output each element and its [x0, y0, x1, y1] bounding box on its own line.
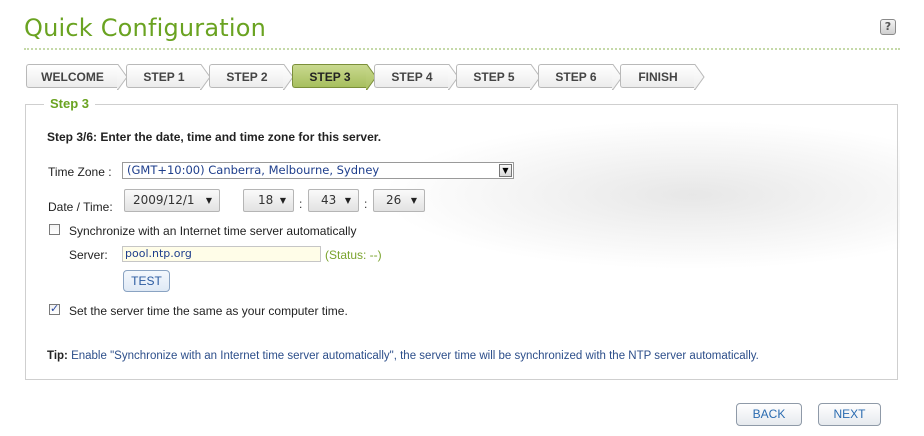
timezone-select[interactable]: (GMT+10:00) Canberra, Melbourne, Sydney …	[122, 162, 514, 179]
step-arrow-icon	[694, 64, 705, 90]
time-separator: :	[299, 197, 303, 211]
sync-label: Synchronize with an Internet time server…	[69, 224, 357, 238]
wizard-step-1[interactable]: STEP 1	[126, 64, 211, 90]
server-input[interactable]: pool.ntp.org	[122, 246, 321, 262]
help-icon[interactable]: ?	[880, 19, 896, 35]
wizard-step-label: STEP 4	[391, 70, 433, 84]
timezone-value: (GMT+10:00) Canberra, Melbourne, Sydney	[127, 163, 380, 177]
wizard-step-5[interactable]: STEP 5	[456, 64, 541, 90]
back-button[interactable]: BACK	[736, 403, 802, 426]
datetime-label: Date / Time:	[48, 200, 113, 214]
pc-time-label: Set the server time the same as your com…	[69, 304, 348, 318]
title-divider	[24, 48, 900, 50]
server-status: (Status: --)	[325, 248, 382, 262]
wizard-step-0[interactable]: WELCOME	[26, 64, 128, 90]
hour-dropdown[interactable]: 18 ▼	[243, 189, 294, 212]
next-button[interactable]: NEXT	[818, 403, 881, 426]
wizard-step-7[interactable]: FINISH	[620, 64, 705, 90]
step-instruction: Step 3/6: Enter the date, time and time …	[47, 130, 382, 144]
check-icon: ✓	[50, 302, 60, 315]
wizard-step-label: STEP 3	[309, 70, 351, 84]
minute-value: 43	[321, 193, 337, 207]
test-button[interactable]: TEST	[123, 270, 170, 292]
hour-value: 18	[258, 193, 274, 207]
page-title: Quick Configuration	[24, 14, 267, 42]
step-legend: Step 3	[44, 96, 96, 111]
tip-prefix: Tip:	[47, 350, 68, 362]
second-dropdown[interactable]: 26 ▼	[373, 189, 425, 212]
wizard-step-2[interactable]: STEP 2	[209, 64, 294, 90]
fieldset-watermark	[380, 120, 900, 270]
wizard-step-label: FINISH	[638, 70, 678, 84]
second-value: 26	[386, 193, 402, 207]
chevron-down-icon: ▼	[279, 196, 286, 205]
wizard-step-label: STEP 1	[143, 70, 185, 84]
wizard-step-3[interactable]: STEP 3	[292, 64, 377, 90]
wizard-step-4[interactable]: STEP 4	[374, 64, 459, 90]
tip-body: Enable "Synchronize with an Internet tim…	[67, 350, 759, 362]
wizard-step-label: STEP 6	[555, 70, 597, 84]
wizard-step-label: STEP 5	[473, 70, 515, 84]
chevron-down-icon[interactable]: ▼	[499, 164, 512, 177]
wizard-step-6[interactable]: STEP 6	[538, 64, 623, 90]
wizard-step-label: STEP 2	[226, 70, 268, 84]
timezone-label: Time Zone :	[48, 165, 112, 179]
server-label: Server:	[69, 248, 108, 262]
chevron-down-icon: ▼	[344, 196, 351, 205]
minute-dropdown[interactable]: 43 ▼	[308, 189, 359, 212]
tip-text: Tip: Enable "Synchronize with an Interne…	[47, 350, 759, 362]
time-separator: :	[364, 197, 368, 211]
pc-time-checkbox[interactable]: ✓	[49, 302, 60, 315]
wizard-step-label: WELCOME	[41, 70, 104, 84]
date-value: 2009/12/1	[133, 193, 195, 207]
sync-checkbox[interactable]	[49, 224, 60, 235]
chevron-down-icon: ▼	[205, 196, 212, 205]
date-dropdown[interactable]: 2009/12/1 ▼	[124, 189, 220, 212]
chevron-down-icon: ▼	[410, 196, 417, 205]
